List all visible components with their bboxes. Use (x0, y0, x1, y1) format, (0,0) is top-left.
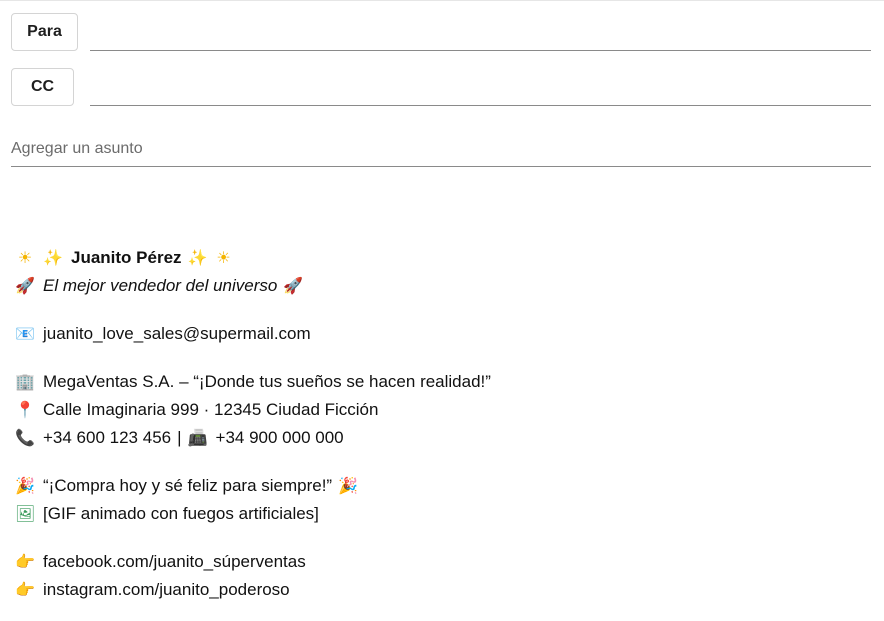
signature-email[interactable]: juanito_love_sales@supermail.com (43, 320, 311, 348)
cc-row: CC (11, 68, 871, 108)
email-icon: 📧 (15, 324, 35, 343)
signature-address: Calle Imaginaria 999 · 12345 Ciudad Ficc… (43, 400, 379, 419)
signature-tagline-line: 🚀 El mejor vendedor del universo 🚀 (15, 272, 871, 300)
signature-facebook-line: 👉 facebook.com/juanito_súperventas (15, 548, 871, 576)
signature-fax: +34 900 000 000 (215, 428, 344, 447)
cc-button[interactable]: CC (11, 68, 74, 106)
phone-separator: | (177, 428, 182, 447)
to-input[interactable] (90, 13, 871, 51)
signature-name: Juanito Pérez (71, 248, 182, 267)
signature-name-line: ☀ ✨ Juanito Pérez ✨ ☀ (15, 244, 871, 272)
signature-phone-line: 📞 +34 600 123 456 | 📠 +34 900 000 000 (15, 424, 871, 452)
party-popper-icon: 🎉 (338, 476, 359, 495)
fax-icon: 📠 (187, 428, 208, 447)
phone-icon: 📞 (15, 428, 35, 447)
sparkles-icon: ✨ (187, 248, 208, 267)
to-row: Para (11, 13, 871, 53)
framed-picture-icon: 🖼 (15, 504, 36, 523)
signature-slogan: “¡Compra hoy y sé feliz para siempre!” (43, 476, 333, 495)
location-pin-icon: 📍 (15, 400, 35, 419)
cc-input[interactable] (90, 68, 871, 106)
sparkles-icon: ✨ (43, 248, 63, 267)
signature-gif-placeholder: [GIF animado con fuegos artificiales] (43, 504, 319, 523)
signature-company: MegaVentas S.A. – “¡Donde tus sueños se … (43, 372, 491, 391)
signature-tagline: El mejor vendedor del universo (43, 276, 278, 295)
message-body[interactable]: ☀ ✨ Juanito Pérez ✨ ☀ 🚀 El mejor vendedo… (15, 244, 871, 604)
signature-facebook[interactable]: facebook.com/juanito_súperventas (43, 548, 306, 576)
signature-email-line: 📧 juanito_love_sales@supermail.com (15, 320, 871, 348)
rocket-icon: 🚀 (15, 276, 35, 295)
top-divider (0, 0, 884, 1)
building-icon: 🏢 (15, 372, 35, 391)
signature-gif-line: 🖼 [GIF animado con fuegos artificiales] (15, 500, 871, 528)
signature-instagram-line: 👉 instagram.com/juanito_poderoso (15, 576, 871, 604)
signature-slogan-line: 🎉 “¡Compra hoy y sé feliz para siempre!”… (15, 472, 871, 500)
subject-input[interactable] (11, 131, 871, 167)
sun-icon: ☀ (216, 248, 231, 267)
pointing-hand-icon: 👉 (15, 552, 35, 571)
signature-instagram[interactable]: instagram.com/juanito_poderoso (43, 576, 290, 604)
subject-row (11, 131, 871, 167)
rocket-icon: 🚀 (283, 276, 304, 295)
sun-icon: ☀ (17, 248, 33, 267)
to-button[interactable]: Para (11, 13, 78, 51)
pointing-hand-icon: 👉 (15, 580, 35, 599)
signature-address-line: 📍 Calle Imaginaria 999 · 12345 Ciudad Fi… (15, 396, 871, 424)
signature-company-line: 🏢 MegaVentas S.A. – “¡Donde tus sueños s… (15, 368, 871, 396)
party-popper-icon: 🎉 (15, 476, 35, 495)
signature-phone: +34 600 123 456 (43, 428, 172, 447)
